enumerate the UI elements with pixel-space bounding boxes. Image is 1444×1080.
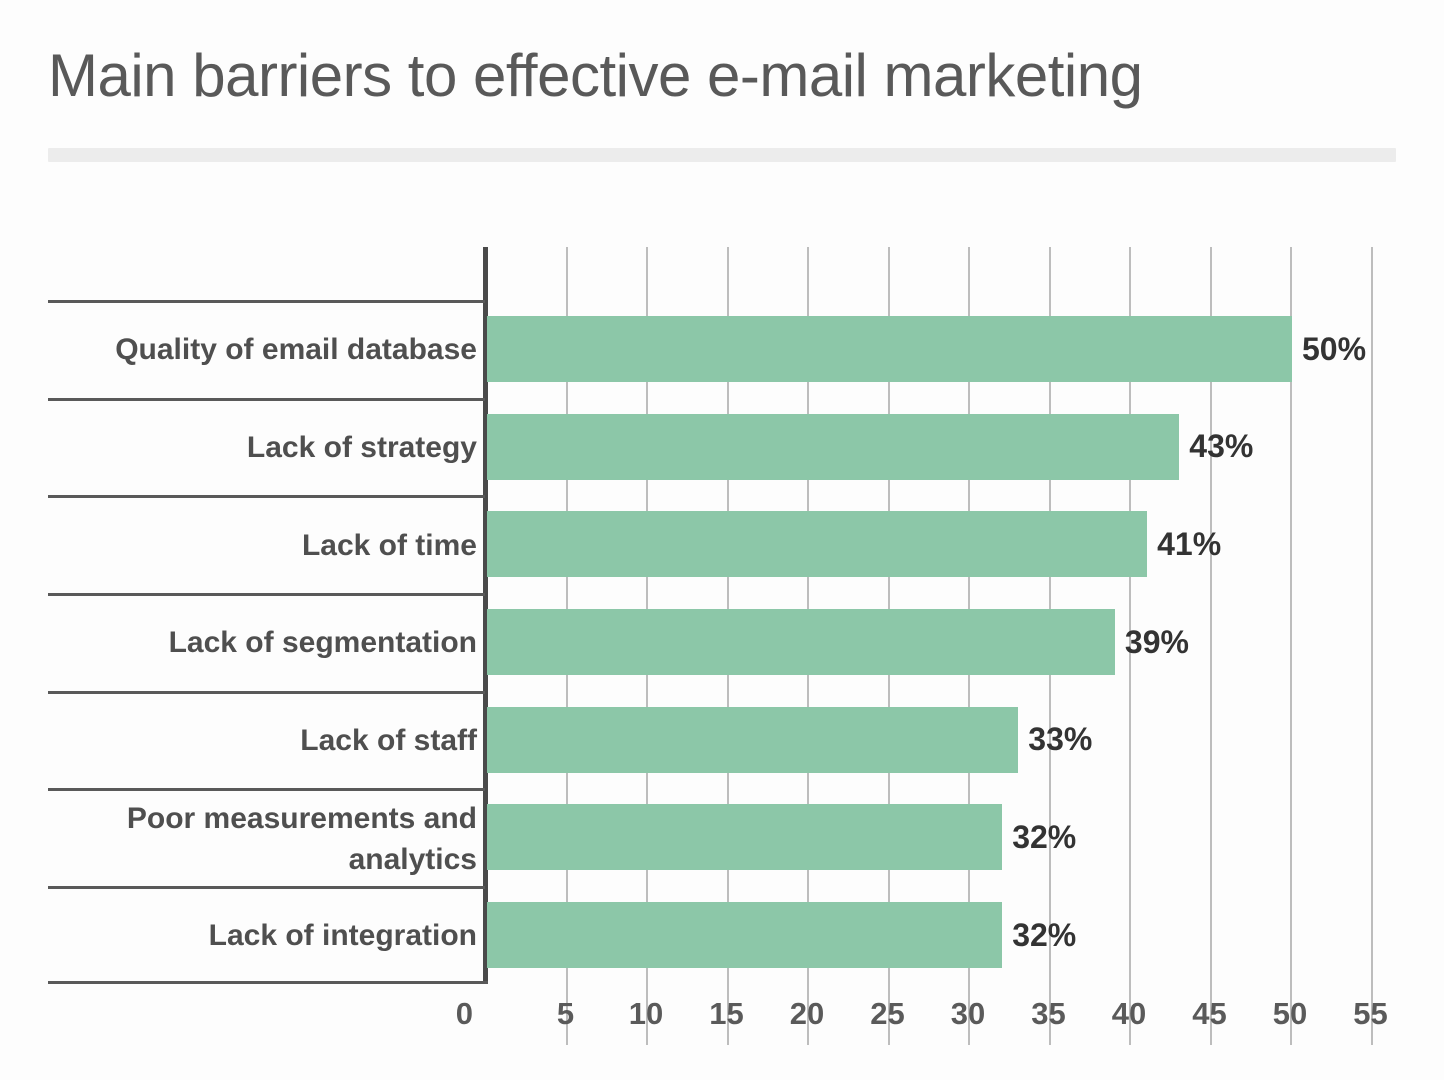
value-tick-label: 45 bbox=[1192, 996, 1227, 1031]
value-tick-label: 0 bbox=[455, 996, 473, 1031]
category-row: Lack of segmentation bbox=[48, 593, 485, 691]
bar-row: 50% bbox=[487, 300, 1387, 398]
category-label: Lack of staff bbox=[300, 724, 477, 758]
bar bbox=[487, 609, 1115, 676]
value-tick-label: 30 bbox=[950, 996, 986, 1031]
category-label: Lack of strategy bbox=[246, 431, 477, 465]
bar-value-label: 39% bbox=[1124, 623, 1189, 660]
bar-value-label: 33% bbox=[1028, 721, 1093, 758]
bar-row: 32% bbox=[487, 788, 1387, 886]
bar bbox=[487, 511, 1148, 578]
value-tick-label: 15 bbox=[709, 996, 744, 1031]
bar-value-label: 32% bbox=[1012, 916, 1077, 953]
category-row: Lack of time bbox=[48, 495, 485, 593]
value-tick-label: 55 bbox=[1353, 996, 1388, 1031]
category-row: Lack of staff bbox=[48, 690, 485, 789]
bar-row: 33% bbox=[487, 691, 1387, 789]
value-tick-label: 35 bbox=[1031, 996, 1066, 1031]
bar-row: 32% bbox=[487, 886, 1387, 984]
bar-value-label: 32% bbox=[1012, 818, 1077, 855]
value-tick-label: 40 bbox=[1111, 996, 1147, 1031]
bar-row: 43% bbox=[487, 398, 1387, 496]
bar-row: 41% bbox=[487, 495, 1387, 593]
category-axis: Quality of email database Lack of strate… bbox=[48, 300, 485, 984]
value-tick-label: 10 bbox=[628, 996, 664, 1031]
page-title: Main barriers to effective e-mail market… bbox=[48, 42, 1143, 109]
category-row: Lack of integration bbox=[48, 886, 485, 984]
category-row: Quality of email database bbox=[48, 300, 485, 398]
category-label: Poor measurements and analytics bbox=[126, 801, 477, 876]
bar-value-label: 50% bbox=[1302, 330, 1367, 367]
category-axis-baseline bbox=[48, 981, 488, 984]
category-label: Quality of email database bbox=[115, 333, 477, 367]
bar bbox=[487, 706, 1019, 773]
bar bbox=[487, 902, 1003, 969]
category-label: Lack of time bbox=[301, 528, 477, 562]
category-row: Lack of strategy bbox=[48, 397, 485, 496]
category-row: Poor measurements and analytics bbox=[48, 788, 485, 886]
value-tick-label: 25 bbox=[870, 996, 905, 1031]
bars-layer: 50% 43% 41% 39% 33% 32% 32% bbox=[487, 300, 1387, 984]
bar-value-label: 41% bbox=[1157, 525, 1222, 562]
bar bbox=[487, 413, 1180, 480]
bar-value-label: 43% bbox=[1189, 428, 1254, 465]
value-tick-label: 20 bbox=[789, 996, 825, 1031]
value-tick-label: 5 bbox=[556, 996, 575, 1031]
category-label: Lack of segmentation bbox=[168, 626, 477, 660]
bar bbox=[487, 316, 1292, 382]
bar-row: 39% bbox=[487, 593, 1387, 691]
chart-figure: Main barriers to effective e-mail market… bbox=[0, 0, 1444, 1080]
title-divider bbox=[48, 148, 1396, 162]
value-tick-label: 50 bbox=[1272, 996, 1308, 1031]
bar bbox=[487, 804, 1003, 871]
value-axis-ticks: 0 5 10 15 20 25 30 35 40 45 50 55 bbox=[0, 992, 1444, 1046]
category-label: Lack of integration bbox=[208, 919, 477, 953]
